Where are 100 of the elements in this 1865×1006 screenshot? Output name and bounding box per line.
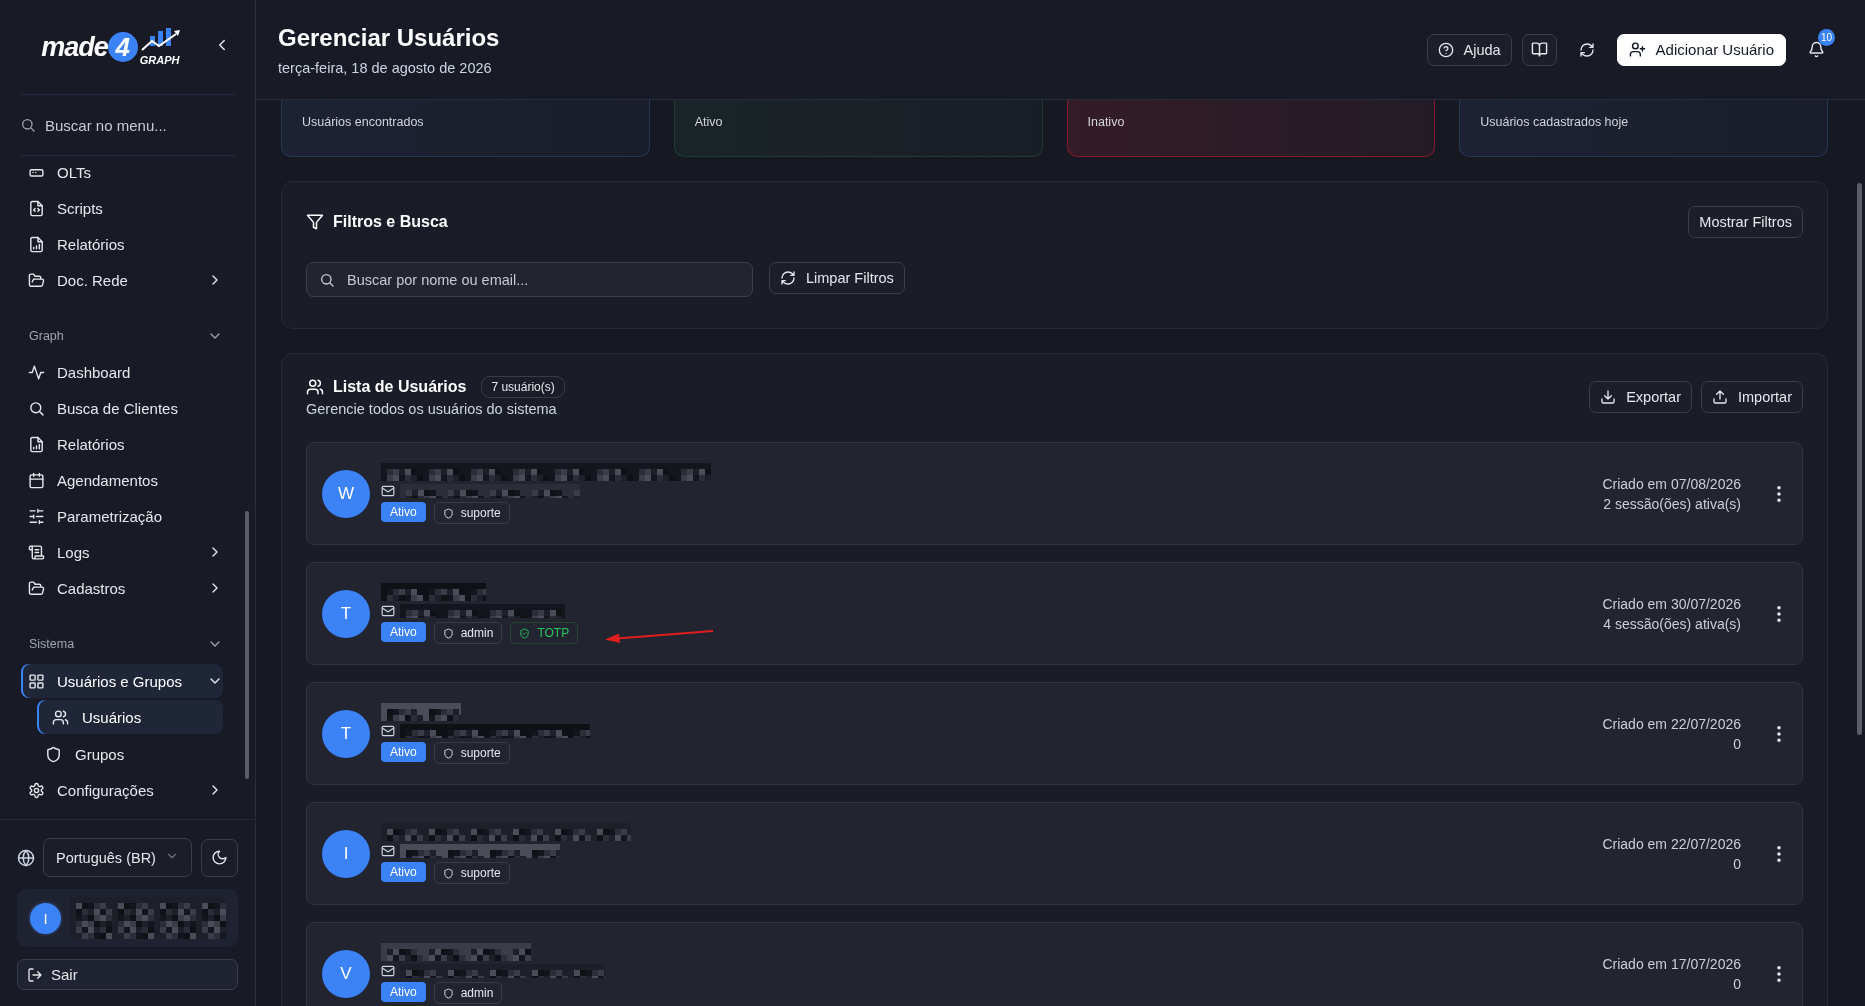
user-count: 7 usuário(s) xyxy=(481,376,565,398)
section-title: Sistema xyxy=(29,637,75,651)
menu-item[interactable]: Relatórios xyxy=(21,426,223,462)
role-tag: admin xyxy=(433,982,503,1004)
menu-item[interactable]: Dashboard xyxy=(21,354,223,390)
logout-icon xyxy=(27,966,43,983)
import-button[interactable]: Importar xyxy=(1701,380,1803,413)
user-avatar: T xyxy=(322,589,370,638)
stat-label: Usuários encontrados xyxy=(302,115,424,129)
mail-icon xyxy=(381,724,395,738)
menu-item[interactable]: Logs xyxy=(21,534,223,570)
user-avatar: I xyxy=(322,829,370,878)
chart-file-icon xyxy=(28,435,45,453)
theme-toggle[interactable] xyxy=(201,838,238,877)
more-button[interactable] xyxy=(1775,963,1783,984)
menu-item[interactable]: Scripts xyxy=(21,190,223,226)
status-badge: Ativo xyxy=(381,982,426,1002)
shield-icon xyxy=(442,507,454,519)
globe-icon xyxy=(17,848,35,867)
clear-filters-button[interactable]: Limpar Filtros xyxy=(769,262,905,294)
pulse-icon xyxy=(28,363,45,381)
shield-icon xyxy=(442,987,454,999)
menu-item[interactable]: Relatórios xyxy=(21,226,223,262)
totp-tag: TOTP xyxy=(510,622,579,644)
folder-icon xyxy=(28,579,45,597)
shield-check-icon xyxy=(519,627,531,639)
stat-label: Ativo xyxy=(694,115,723,129)
shield-icon xyxy=(45,745,62,763)
bell-icon xyxy=(1808,41,1825,58)
scrollbar[interactable] xyxy=(245,511,249,779)
menu-item[interactable]: Busca de Clientes xyxy=(21,390,223,426)
search-icon xyxy=(28,399,45,417)
menu-item[interactable]: OLTs xyxy=(21,156,223,190)
created-date: Criado em 22/07/2026 xyxy=(1602,834,1741,854)
menu-item[interactable]: Parametrização xyxy=(21,498,223,534)
settings-icon xyxy=(28,781,45,799)
scrollbar[interactable] xyxy=(1857,183,1862,735)
more-icon xyxy=(1777,605,1781,622)
scroll-icon xyxy=(28,543,45,561)
mail-icon xyxy=(381,484,395,498)
user-avatar: W xyxy=(322,469,370,518)
help-icon xyxy=(1437,41,1454,58)
logout-button[interactable]: Sair xyxy=(17,959,238,990)
export-button[interactable]: Exportar xyxy=(1589,380,1692,413)
show-filters-button[interactable]: Mostrar Filtros xyxy=(1688,206,1803,238)
shield-icon xyxy=(442,867,454,879)
user-search-field[interactable]: Buscar por nome ou email... xyxy=(306,262,753,297)
shield-icon xyxy=(442,627,454,639)
mail-icon xyxy=(381,604,395,618)
search-icon xyxy=(20,117,36,133)
menu-search-field[interactable]: Buscar no menu... xyxy=(45,116,225,134)
stat-label: Usuários cadastrados hoje xyxy=(1480,115,1629,129)
calendar-icon xyxy=(28,471,45,489)
mail-icon xyxy=(381,964,395,978)
menu-item[interactable]: Cadastros xyxy=(21,570,223,606)
submenu-item[interactable]: Usuários xyxy=(37,700,223,734)
created-date: Criado em 22/07/2026 xyxy=(1602,714,1741,734)
session-count: 4 sessão(ões) ativa(s) xyxy=(1602,614,1741,634)
book-icon xyxy=(1530,41,1548,58)
search-icon xyxy=(319,272,335,288)
stat-label: Inativo xyxy=(1087,115,1125,129)
more-button[interactable] xyxy=(1775,843,1783,864)
mail-icon xyxy=(381,844,395,858)
chart-file-icon xyxy=(28,235,45,253)
menu-item[interactable]: Doc. Rede xyxy=(21,262,223,298)
add-user-button[interactable]: Adicionar Usuário xyxy=(1616,33,1786,66)
sliders-icon xyxy=(28,507,45,525)
menu-item[interactable]: Agendamentos xyxy=(21,462,223,498)
role-tag: suporte xyxy=(433,502,510,524)
status-badge: Ativo xyxy=(381,742,426,762)
more-icon xyxy=(1777,725,1781,742)
docs-button[interactable] xyxy=(1521,33,1557,66)
more-button[interactable] xyxy=(1775,723,1783,744)
panel-subtitle: Gerencie todos os usuários do sistema xyxy=(306,401,558,417)
created-date: Criado em 17/07/2026 xyxy=(1602,954,1741,974)
user-avatar: I xyxy=(28,900,63,936)
status-badge: Ativo xyxy=(381,862,426,882)
submenu-item[interactable]: Grupos xyxy=(37,736,223,772)
page-title: Gerenciar Usuários xyxy=(278,23,500,52)
language-select[interactable]: Português (BR) xyxy=(43,838,192,877)
notification-badge: 10 xyxy=(1818,29,1835,46)
more-icon xyxy=(1777,485,1781,502)
more-button[interactable] xyxy=(1775,603,1783,624)
panel-title: Filtros e Busca xyxy=(333,213,448,231)
notifications-button[interactable] xyxy=(1808,41,1825,58)
refresh-icon xyxy=(780,270,796,286)
code-file-icon xyxy=(28,199,45,217)
filter-icon xyxy=(306,213,324,231)
status-badge: Ativo xyxy=(381,502,426,522)
help-button[interactable]: Ajuda xyxy=(1426,33,1512,66)
menu-item[interactable]: Usuários e Grupos xyxy=(21,664,223,698)
role-tag: suporte xyxy=(433,862,510,884)
session-count: 0 xyxy=(1732,854,1741,874)
menu-item[interactable]: Configurações xyxy=(21,772,223,808)
role-tag: suporte xyxy=(433,742,510,764)
more-button[interactable] xyxy=(1775,483,1783,504)
session-count: 2 sessão(ões) ativa(s) xyxy=(1602,494,1741,514)
shield-icon xyxy=(442,747,454,759)
user-avatar: T xyxy=(322,709,370,758)
more-icon xyxy=(1777,965,1781,982)
